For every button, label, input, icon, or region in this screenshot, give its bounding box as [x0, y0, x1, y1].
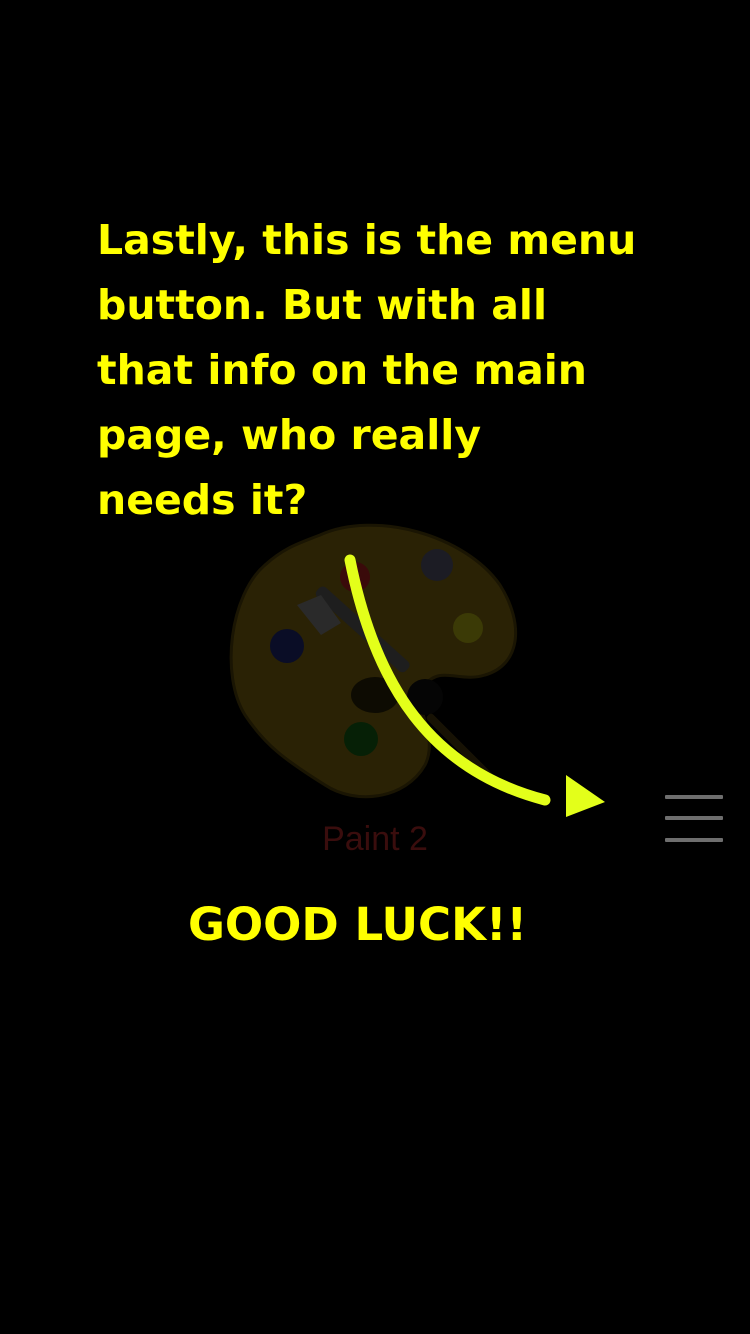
menu-button[interactable]: [662, 790, 726, 850]
tutorial-message: Lastly, this is the menu button. But wit…: [97, 216, 637, 524]
menu-bar-middle: [665, 816, 723, 820]
pointer-arrow-icon: [344, 554, 605, 817]
menu-bar-bottom: [665, 838, 723, 842]
good-luck-message: GOOD LUCK!!: [187, 898, 528, 951]
tutorial-screen: Paint 2 Lastly, this is the menu button.…: [0, 0, 750, 1334]
menu-bar-top: [665, 795, 723, 799]
